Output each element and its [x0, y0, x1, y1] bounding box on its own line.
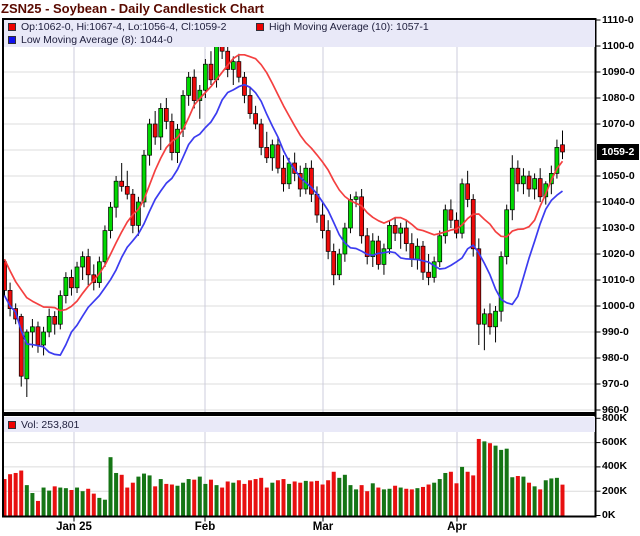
price-axis-label: 1080-0 [602, 92, 635, 104]
high-ma-swatch-icon [256, 23, 264, 31]
price-axis-label: 990-0 [602, 326, 629, 338]
month-axis-label: Jan 25 [56, 521, 92, 533]
legend-item-volume: Vol: 253,801 [8, 418, 79, 431]
price-axis-label: 1110-0 [602, 14, 634, 26]
price-axis-label: 1000-0 [602, 300, 635, 312]
candlestick-chart[interactable] [0, 0, 640, 536]
price-axis-label: 1100-0 [602, 40, 634, 52]
last-price-tag: 1059-2 [597, 144, 639, 160]
price-axis-label: 1070-0 [602, 118, 635, 130]
month-axis-label: Feb [195, 521, 215, 533]
price-axis-label: 1090-0 [602, 66, 635, 78]
ohlc-legend-label: Op:1062-0, Hi:1067-4, Lo:1056-4, Cl:1059… [21, 21, 226, 33]
ohlc-swatch-icon [8, 23, 16, 31]
price-axis-label: 1050-0 [602, 170, 635, 182]
volume-axis-label: 200K [602, 485, 627, 497]
volume-legend-label: Vol: 253,801 [21, 419, 79, 431]
volume-legend-strip: Vol: 253,801 [4, 417, 595, 432]
month-axis-label: Apr [447, 521, 467, 533]
price-axis-label: 970-0 [602, 378, 629, 390]
volume-axis-label: 0K [602, 509, 615, 521]
chart-window: ZSN25 - Soybean - Daily Candlestick Char… [0, 0, 640, 536]
volume-axis-label: 800K [602, 412, 627, 424]
month-axis-label: Mar [313, 521, 333, 533]
volume-swatch-icon [8, 421, 16, 429]
price-axis-label: 1010-0 [602, 274, 635, 286]
high-ma-legend-label: High Moving Average (10): 1057-1 [269, 21, 429, 33]
legend-strip: Op:1062-0, Hi:1067-4, Lo:1056-4, Cl:1059… [4, 20, 595, 47]
volume-axis-label: 400K [602, 460, 627, 472]
price-axis-label: 980-0 [602, 352, 629, 364]
volume-axis-label: 600K [602, 436, 627, 448]
low-ma-legend-label: Low Moving Average (8): 1044-0 [21, 34, 173, 46]
legend-item-high-ma: High Moving Average (10): 1057-1 [256, 20, 429, 33]
price-axis-label: 1040-0 [602, 196, 635, 208]
price-axis-label: 1020-0 [602, 248, 635, 260]
price-axis-label: 1030-0 [602, 222, 635, 234]
low-ma-swatch-icon [8, 36, 16, 44]
legend-item-low-ma: Low Moving Average (8): 1044-0 [8, 33, 173, 46]
legend-item-ohlc: Op:1062-0, Hi:1067-4, Lo:1056-4, Cl:1059… [8, 20, 226, 33]
